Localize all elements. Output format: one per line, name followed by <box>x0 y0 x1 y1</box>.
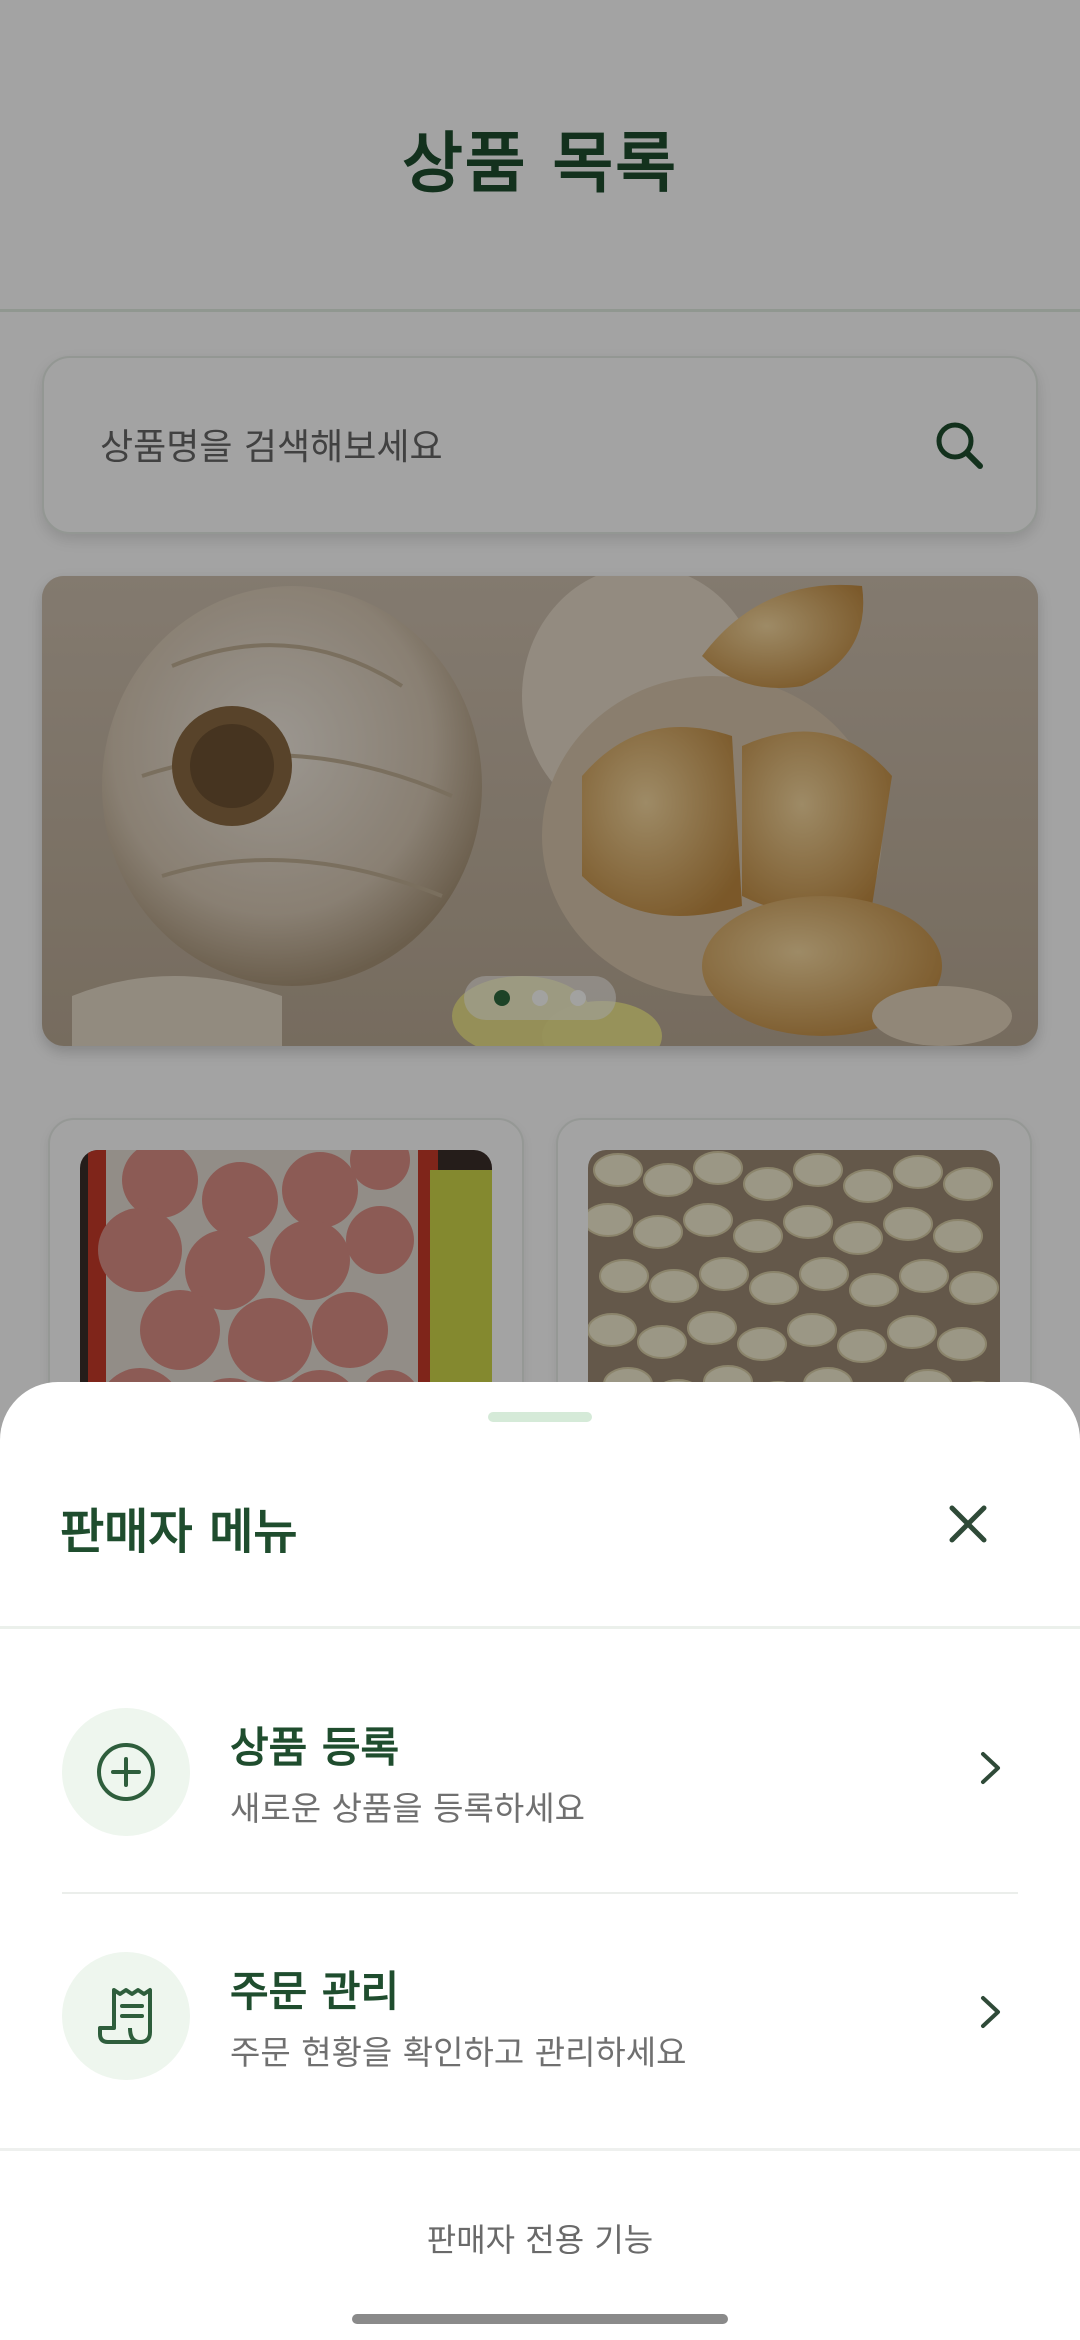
chevron-right-icon <box>981 1996 1000 2028</box>
menu-item-title: 주문 관리 <box>230 1967 400 2016</box>
home-gesture-bar[interactable] <box>352 2314 728 2324</box>
sheet-header-divider <box>0 1626 1080 1629</box>
menu-item-register-product[interactable]: 상품 등록 새로운 상품을 등록하세요 <box>0 1662 1080 1862</box>
plus-circle-icon-wrap <box>62 1708 190 1836</box>
sheet-title: 판매자 메뉴 <box>60 1504 298 1560</box>
plus-circle-icon <box>97 1743 155 1801</box>
chevron-right-icon <box>981 1752 1000 1784</box>
sheet-drag-handle[interactable] <box>488 1412 592 1422</box>
close-icon[interactable] <box>930 1486 1006 1562</box>
seller-only-note: 판매자 전용 기능 <box>426 2221 654 2259</box>
sheet-footer: 판매자 전용 기능 <box>0 2148 1080 2308</box>
menu-divider <box>62 1892 1018 1894</box>
menu-item-title: 상품 등록 <box>230 1723 400 1772</box>
receipt-icon-wrap <box>62 1952 190 2080</box>
seller-menu-sheet: 판매자 메뉴 상품 등록 새로운 상품을 등록하세요 주문 관리 주문 현황을 … <box>0 1382 1080 2340</box>
menu-item-subtitle: 새로운 상품을 등록하세요 <box>230 1789 585 1828</box>
menu-item-order-management[interactable]: 주문 관리 주문 현황을 확인하고 관리하세요 <box>0 1906 1080 2106</box>
menu-item-subtitle: 주문 현황을 확인하고 관리하세요 <box>230 2033 687 2072</box>
receipt-icon <box>98 1988 152 2044</box>
